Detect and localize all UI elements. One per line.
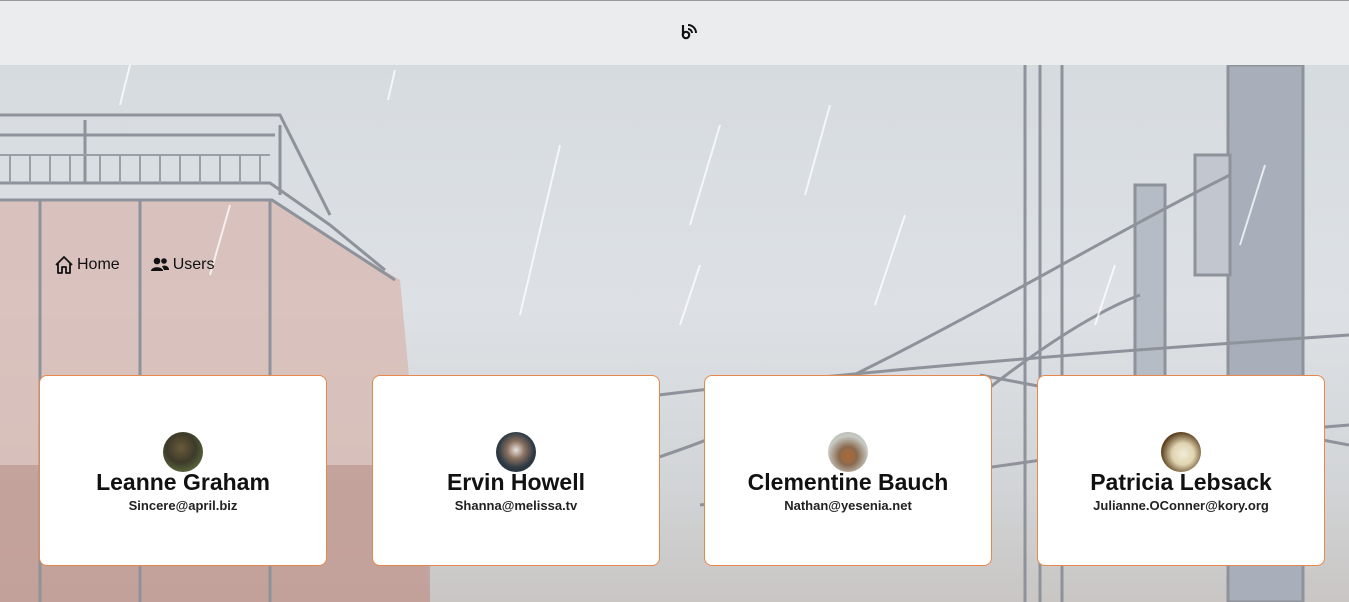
avatar — [496, 432, 536, 472]
user-card[interactable]: Leanne Graham Sincere@april.biz — [39, 375, 327, 566]
user-card[interactable]: Patricia Lebsack Julianne.OConner@kory.o… — [1037, 375, 1325, 566]
user-name: Patricia Lebsack — [1090, 469, 1272, 495]
hero-section: Home Users Leanne Graham Sincere@april.b… — [0, 65, 1349, 602]
user-card[interactable]: Ervin Howell Shanna@melissa.tv — [372, 375, 660, 566]
nav-item-users[interactable]: Users — [150, 255, 215, 275]
home-icon — [55, 256, 73, 274]
nav-item-home[interactable]: Home — [54, 255, 120, 275]
user-email: Shanna@melissa.tv — [454, 498, 578, 513]
nav-label-home: Home — [77, 256, 120, 273]
nav-label-users: Users — [172, 256, 215, 273]
avatar — [828, 432, 868, 472]
avatar — [1161, 432, 1201, 472]
user-email: Nathan@yesenia.net — [784, 498, 912, 513]
user-name: Clementine Bauch — [747, 469, 949, 495]
user-card[interactable]: Clementine Bauch Nathan@yesenia.net — [704, 375, 992, 566]
user-email: Sincere@april.biz — [128, 498, 238, 513]
top-bar — [0, 0, 1349, 65]
avatar — [163, 432, 203, 472]
rss-feed-icon[interactable] — [680, 21, 700, 41]
user-name: Leanne Graham — [96, 469, 270, 495]
user-email: Julianne.OConner@kory.org — [1093, 498, 1269, 513]
user-name: Ervin Howell — [446, 469, 586, 495]
main-nav: Home Users — [54, 255, 214, 275]
users-icon — [150, 257, 169, 271]
